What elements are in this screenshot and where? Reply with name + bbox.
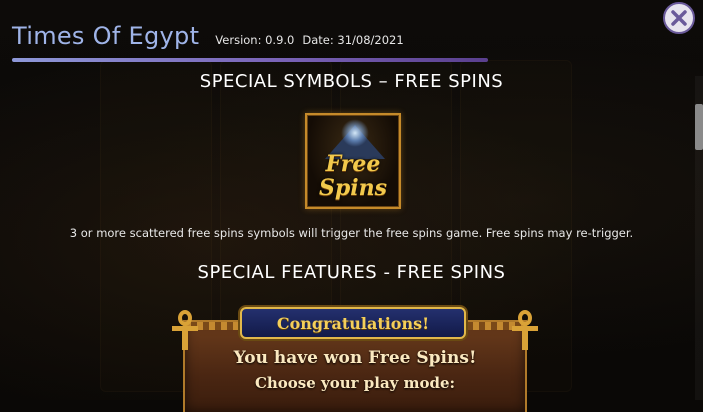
light-glow (341, 119, 369, 147)
free-spins-description: 3 or more scattered free spins symbols w… (69, 226, 634, 240)
close-button[interactable] (663, 2, 695, 34)
date-label: Date: 31/08/2021 (302, 33, 404, 47)
help-header: Times Of Egypt Version: 0.9.0 Date: 31/08… (12, 22, 643, 62)
congratulations-banner: Congratulations! (240, 307, 466, 339)
scrollbar-thumb[interactable] (695, 104, 703, 150)
choose-mode-text: Choose your play mode: (254, 374, 456, 392)
close-icon (671, 10, 687, 26)
congratulations-text: Congratulations! (276, 313, 430, 333)
symbol-text-spins: Spins (318, 175, 387, 201)
ankh-icon (512, 310, 538, 350)
game-title: Times Of Egypt (12, 22, 200, 50)
symbol-text-free: Free (325, 151, 381, 177)
special-features-heading: SPECIAL FEATURES - FREE SPINS (197, 262, 506, 283)
special-symbols-heading: SPECIAL SYMBOLS – FREE SPINS (199, 71, 504, 92)
version-info: Version: 0.9.0 Date: 31/08/2021 (215, 33, 403, 47)
free-spins-symbol: Free Spins (305, 113, 401, 209)
title-underline (12, 58, 488, 62)
version-label: Version: 0.9.0 (215, 33, 295, 47)
ankh-icon (172, 310, 198, 350)
won-free-spins-text: You have won Free Spins! (233, 348, 477, 368)
